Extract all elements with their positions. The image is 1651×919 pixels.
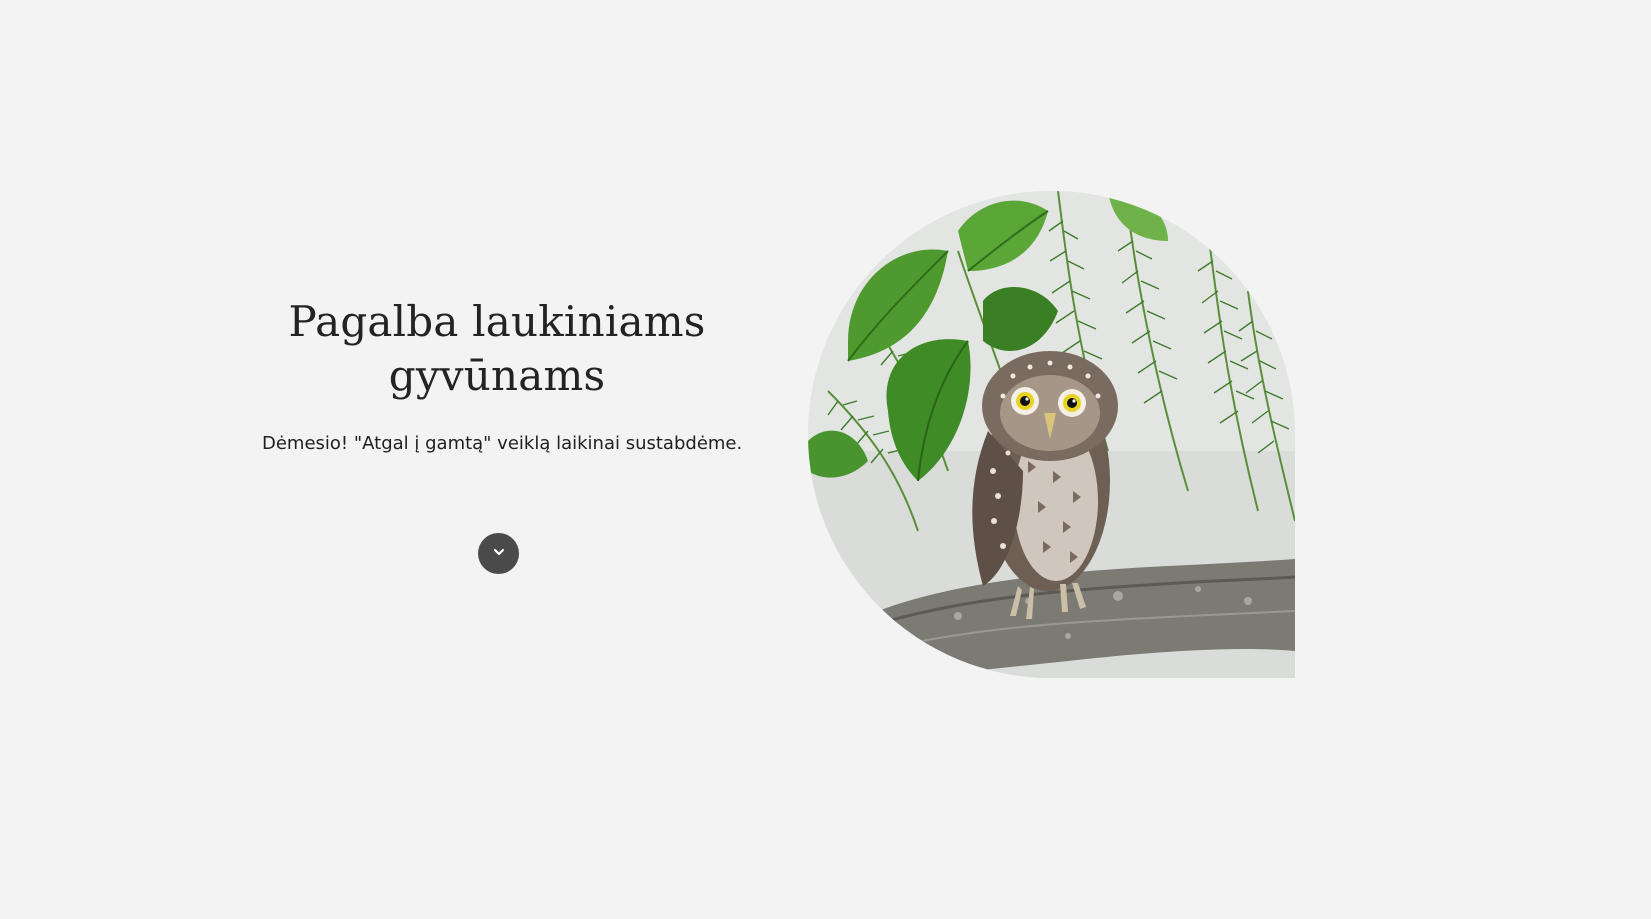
page-title: Pagalba laukiniams gyvūnams — [288, 297, 706, 400]
chevron-down-icon — [492, 544, 506, 563]
notice-text: Dėmesio! "Atgal į gamtą" veiklą laikinai… — [262, 433, 743, 454]
hero-text: Pagalba laukiniams gyvūnams Dėmesio! "At… — [262, 295, 743, 457]
owl-illustration — [808, 191, 1295, 678]
owl-photo — [808, 191, 1295, 678]
scroll-down-button[interactable] — [478, 533, 519, 574]
